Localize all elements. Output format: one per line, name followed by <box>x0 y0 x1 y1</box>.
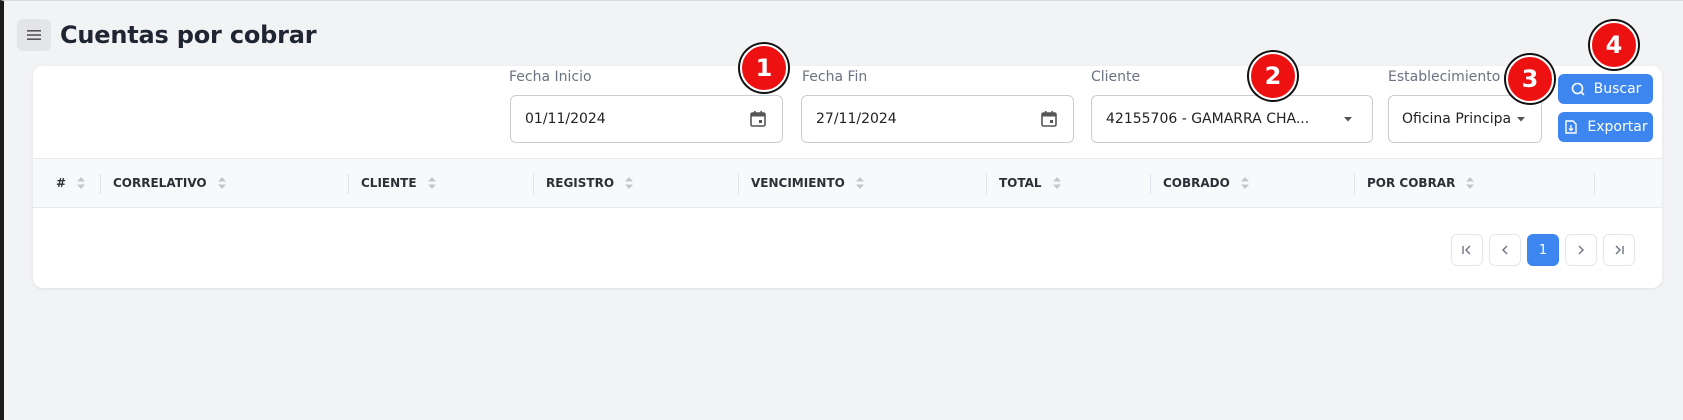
column-divider <box>1150 174 1151 194</box>
exportar-button[interactable]: Exportar <box>1558 112 1653 142</box>
annotation-marker-1: 1 <box>740 44 788 92</box>
fecha-fin-field[interactable]: 27/11/2024 <box>801 95 1074 143</box>
fecha-fin-value: 27/11/2024 <box>816 111 897 127</box>
column-header-total[interactable]: TOTAL <box>999 159 1062 207</box>
annotation-marker-3: 3 <box>1506 55 1554 103</box>
exportar-label: Exportar <box>1587 119 1648 135</box>
column-header-cliente[interactable]: CLIENTE <box>361 159 437 207</box>
chevron-left-icon <box>1502 245 1508 255</box>
column-header-vencimiento[interactable]: VENCIMIENTO <box>751 159 865 207</box>
cliente-value: 42155706 - GAMARRA CHA... <box>1106 111 1310 127</box>
cliente-select[interactable]: 42155706 - GAMARRA CHA... <box>1091 95 1373 143</box>
column-divider <box>533 174 534 194</box>
sort-icon <box>625 177 634 189</box>
establecimiento-label: Establecimiento <box>1388 69 1501 85</box>
fecha-inicio-label: Fecha Inicio <box>509 69 592 85</box>
column-divider <box>1354 174 1355 194</box>
column-divider <box>100 174 101 194</box>
next-page-button[interactable] <box>1565 234 1597 266</box>
annotation-marker-2: 2 <box>1249 52 1297 100</box>
column-header-registro[interactable]: REGISTRO <box>546 159 634 207</box>
sort-icon <box>77 177 86 189</box>
establecimiento-select[interactable]: Oficina Principal <box>1388 95 1542 143</box>
establecimiento-value: Oficina Principal <box>1402 111 1511 127</box>
calendar-icon[interactable] <box>1039 109 1059 129</box>
last-page-icon <box>1615 245 1624 255</box>
filters-and-table-card: Fecha Inicio 01/11/2024 Fecha Fin 27/11/… <box>33 66 1662 288</box>
cliente-label: Cliente <box>1091 69 1141 85</box>
column-header-number[interactable]: # <box>56 159 86 207</box>
calendar-icon[interactable] <box>748 109 768 129</box>
column-divider <box>986 174 987 194</box>
sort-icon <box>1466 177 1475 189</box>
sort-icon <box>217 177 226 189</box>
pagination: 1 <box>1451 234 1635 266</box>
sort-icon <box>427 177 436 189</box>
menu-toggle-button[interactable] <box>17 19 51 51</box>
caret-down-icon <box>1517 117 1525 122</box>
hamburger-icon <box>27 30 41 40</box>
page-button-current[interactable]: 1 <box>1527 234 1559 266</box>
sort-icon <box>855 177 864 189</box>
page-title: Cuentas por cobrar <box>60 21 317 49</box>
export-file-icon <box>1565 120 1578 134</box>
sort-icon <box>1052 177 1061 189</box>
column-header-cobrado[interactable]: COBRADO <box>1163 159 1250 207</box>
column-header-correlativo[interactable]: CORRELATIVO <box>113 159 227 207</box>
annotation-marker-4: 4 <box>1590 21 1638 69</box>
fecha-fin-label: Fecha Fin <box>802 69 868 85</box>
column-divider <box>738 174 739 194</box>
first-page-icon <box>1462 245 1471 255</box>
column-divider <box>348 174 349 194</box>
buscar-label: Buscar <box>1593 81 1642 97</box>
sort-icon <box>1240 177 1249 189</box>
column-header-por-cobrar[interactable]: POR COBRAR <box>1367 159 1475 207</box>
previous-page-button[interactable] <box>1489 234 1521 266</box>
first-page-button[interactable] <box>1451 234 1483 266</box>
fecha-inicio-field[interactable]: 01/11/2024 <box>510 95 783 143</box>
buscar-button[interactable]: Buscar <box>1558 74 1653 104</box>
chevron-right-icon <box>1578 245 1584 255</box>
column-divider <box>1594 174 1595 194</box>
fecha-inicio-value: 01/11/2024 <box>525 111 606 127</box>
caret-down-icon <box>1344 117 1352 122</box>
table-header: # CORRELATIVO CLIENTE REGISTRO VENCIMIEN… <box>33 158 1662 208</box>
search-icon <box>1571 82 1585 96</box>
last-page-button[interactable] <box>1603 234 1635 266</box>
